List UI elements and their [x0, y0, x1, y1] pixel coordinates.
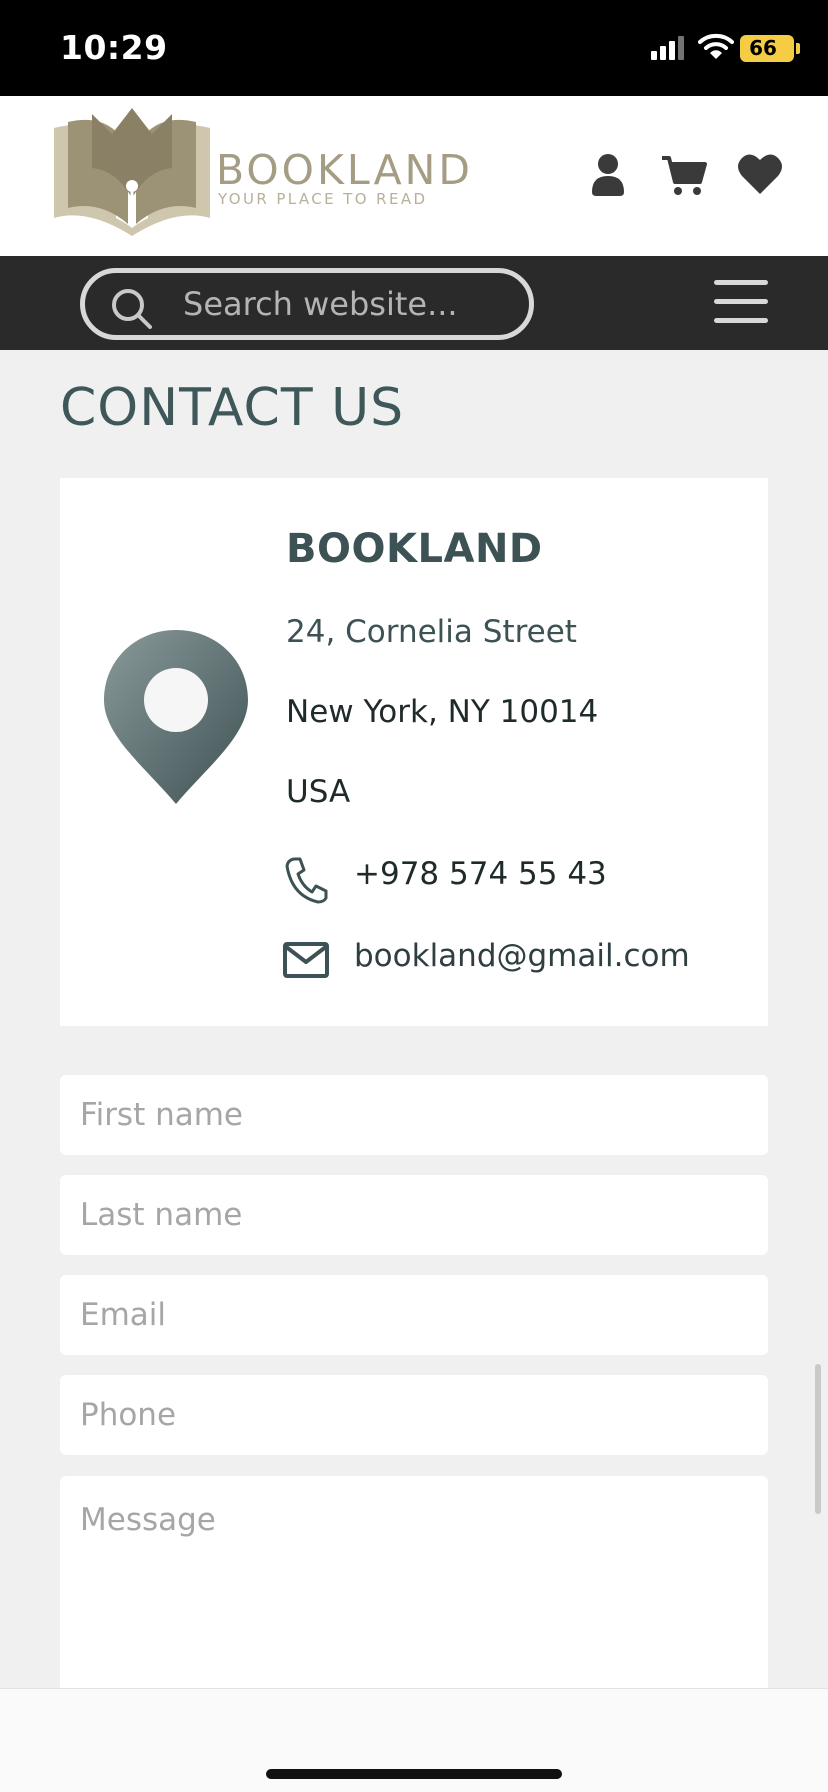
first-name-field[interactable]	[60, 1075, 768, 1155]
mail-icon	[283, 942, 329, 978]
browser-bottom-bar	[0, 1688, 828, 1792]
cart-icon[interactable]	[660, 150, 708, 198]
navbar	[0, 256, 828, 350]
search-box	[80, 268, 534, 340]
scrollbar[interactable]	[815, 1364, 821, 1514]
wifi-icon	[698, 33, 734, 59]
last-name-field[interactable]	[60, 1175, 768, 1255]
message-field[interactable]	[60, 1476, 768, 1716]
user-icon[interactable]	[584, 150, 632, 198]
home-indicator[interactable]	[266, 1769, 562, 1779]
brand-name[interactable]: BOOKLAND	[216, 146, 473, 194]
location-pin-icon	[104, 630, 248, 804]
address-city: New York, NY 10014	[286, 694, 599, 730]
phone-icon	[285, 857, 328, 904]
signal-icon	[651, 36, 685, 60]
hamburger-menu-icon[interactable]	[714, 280, 770, 326]
company-name: BOOKLAND	[286, 526, 543, 572]
brand-tagline: YOUR PLACE TO READ	[218, 190, 428, 208]
search-icon[interactable]	[111, 288, 153, 330]
phone-field[interactable]	[60, 1375, 768, 1455]
battery-icon: 66	[740, 35, 800, 62]
status-bar: 10:29 66	[0, 0, 828, 96]
page: 10:29 66 BOOKLAND YOUR PLACE TO READ Sea…	[0, 0, 828, 1792]
book-logo-icon[interactable]	[48, 108, 216, 238]
status-time: 10:29	[60, 28, 168, 67]
battery-level: 66	[749, 36, 777, 60]
address-street: 24, Cornelia Street	[286, 614, 577, 650]
email-field[interactable]	[60, 1275, 768, 1355]
heart-icon[interactable]	[736, 150, 784, 198]
site-header: BOOKLAND YOUR PLACE TO READ	[0, 96, 828, 256]
contact-phone[interactable]: +978 574 55 43	[354, 856, 607, 892]
contact-card: BOOKLAND 24, Cornelia Street New York, N…	[60, 478, 768, 1026]
search-input[interactable]	[183, 273, 523, 335]
address-country: USA	[286, 774, 351, 810]
page-title: CONTACT US	[60, 378, 405, 438]
contact-email[interactable]: bookland@gmail.com	[354, 938, 690, 974]
